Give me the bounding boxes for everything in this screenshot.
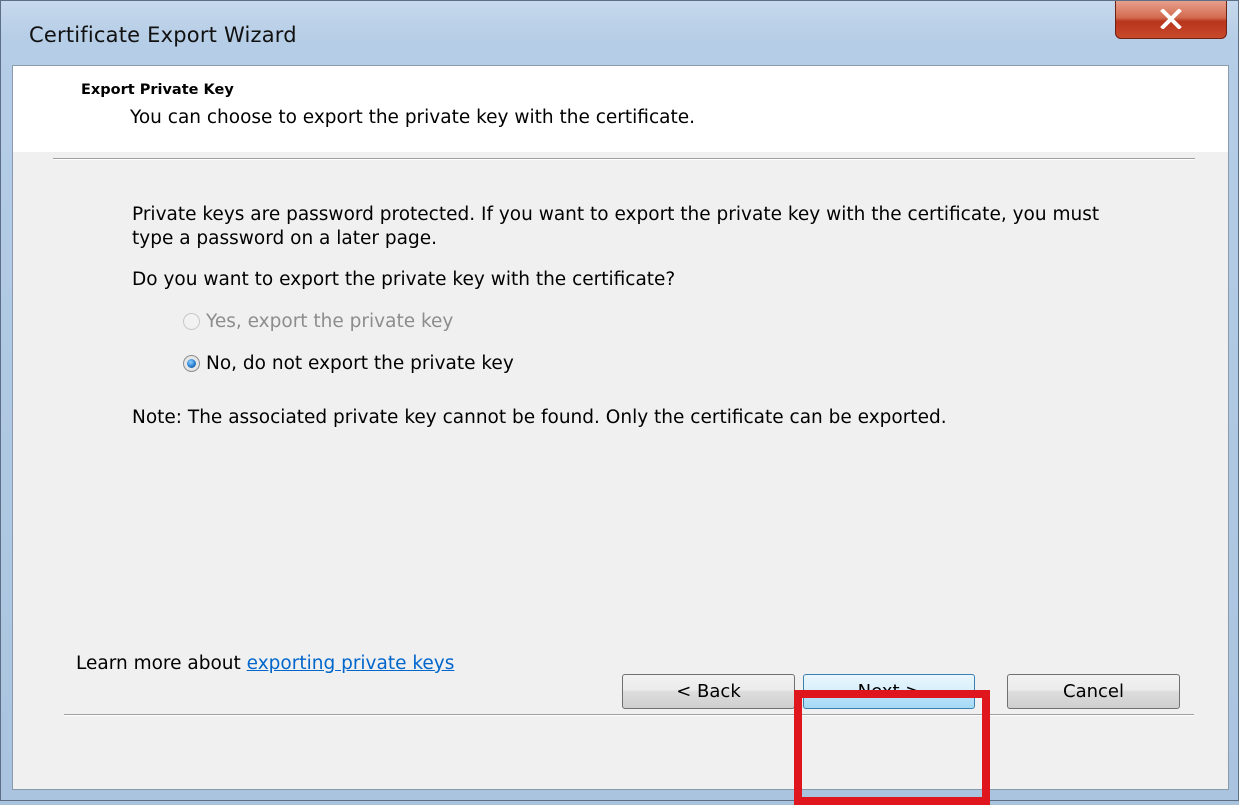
close-button[interactable] — [1115, 1, 1227, 39]
close-icon — [1160, 9, 1182, 29]
learn-more-prefix: Learn more about — [76, 653, 247, 674]
footer-divider — [64, 714, 1194, 716]
header-divider — [53, 158, 1195, 160]
cancel-button[interactable]: Cancel — [1007, 674, 1180, 709]
radio-no-button[interactable] — [183, 354, 200, 372]
radio-option-no[interactable]: No, do not export the private key — [183, 351, 514, 375]
learn-more: Learn more about exporting private keys — [76, 653, 454, 674]
radio-no-label[interactable]: No, do not export the private key — [206, 353, 514, 374]
radio-option-yes: Yes, export the private key — [183, 309, 453, 333]
note-text: Note: The associated private key cannot … — [132, 407, 947, 428]
radio-yes-label: Yes, export the private key — [206, 310, 454, 332]
exporting-private-keys-link[interactable]: exporting private keys — [247, 653, 455, 674]
question-text: Do you want to export the private key wi… — [132, 269, 676, 290]
highlight-box — [794, 690, 990, 805]
page-subtitle: You can choose to export the private key… — [130, 107, 695, 128]
radio-yes-button — [183, 312, 200, 330]
intro-text: Private keys are password protected. If … — [132, 204, 1100, 249]
wizard-window: Certificate Export Wizard Export Private… — [0, 0, 1239, 801]
page-title: Export Private Key — [81, 82, 234, 98]
window-title: Certificate Export Wizard — [29, 23, 297, 47]
back-button[interactable]: < Back — [622, 674, 795, 709]
title-bar[interactable]: Certificate Export Wizard — [1, 1, 1238, 65]
wizard-header: Export Private Key You can choose to exp… — [13, 66, 1228, 152]
